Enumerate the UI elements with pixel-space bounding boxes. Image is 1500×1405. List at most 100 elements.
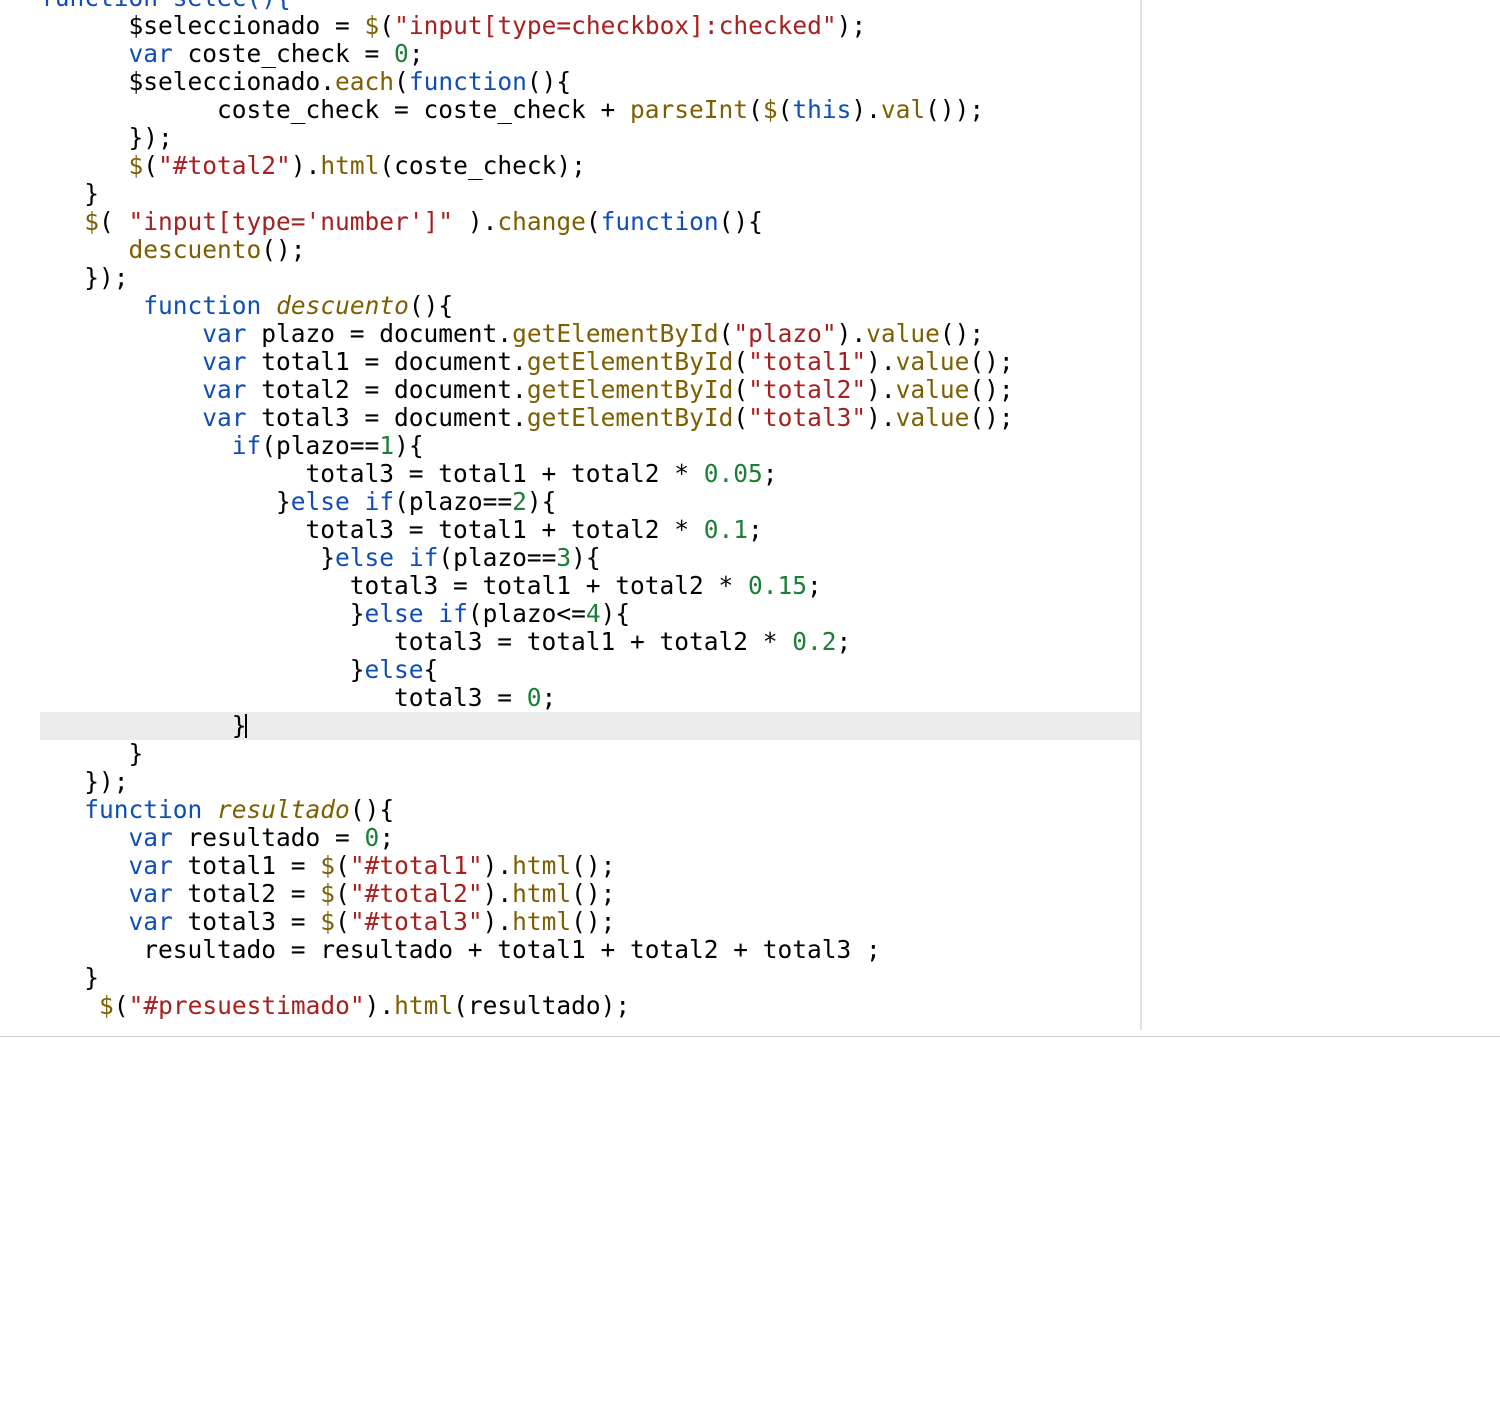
code-token: $ xyxy=(365,11,380,40)
code-token xyxy=(173,403,203,432)
code-token: "#presuestimado" xyxy=(129,991,365,1020)
code-token: (); xyxy=(571,879,615,908)
code-line[interactable]: var coste_check = 0; xyxy=(40,40,1140,68)
code-line[interactable]: } xyxy=(40,180,1140,208)
code-token: 0.1 xyxy=(704,515,748,544)
code-token: "total1" xyxy=(748,347,866,376)
code-token: if xyxy=(365,487,395,516)
code-token: }); xyxy=(129,123,173,152)
code-line[interactable]: coste_check = coste_check + parseInt($(t… xyxy=(40,96,1140,124)
code-token: $ xyxy=(320,851,335,880)
code-line[interactable]: var total3 = document.getElementById("to… xyxy=(40,404,1140,432)
code-token: html xyxy=(394,991,453,1020)
code-token: 0.15 xyxy=(748,571,807,600)
code-token: "#total3" xyxy=(350,907,483,936)
code-token: total2 = xyxy=(173,879,321,908)
code-line[interactable]: }); xyxy=(40,264,1140,292)
code-line[interactable]: }else if(plazo==3){ xyxy=(40,544,1140,572)
code-line[interactable]: }else{ xyxy=(40,656,1140,684)
code-token: ; xyxy=(409,39,424,68)
code-token: value xyxy=(896,347,970,376)
code-line[interactable]: var total2 = $("#total2").html(); xyxy=(40,880,1140,908)
code-token: function xyxy=(84,795,202,824)
code-line[interactable]: total3 = total1 + total2 * 0.15; xyxy=(40,572,1140,600)
code-token: var xyxy=(202,375,246,404)
code-token: 0 xyxy=(365,823,380,852)
code-token: total3 = total1 + total2 * xyxy=(394,627,792,656)
code-line[interactable]: $seleccionado.each(function(){ xyxy=(40,68,1140,96)
code-line[interactable]: var plazo = document.getElementById("pla… xyxy=(40,320,1140,348)
code-line[interactable]: var total1 = document.getElementById("to… xyxy=(40,348,1140,376)
code-line[interactable]: } xyxy=(40,712,1140,740)
code-token: ){ xyxy=(394,431,424,460)
code-token: (){ xyxy=(409,291,453,320)
code-token: value xyxy=(896,375,970,404)
code-token: ( xyxy=(586,207,601,236)
code-token: ; xyxy=(379,823,394,852)
code-token xyxy=(129,291,144,320)
code-area[interactable]: function selec(){ $seleccionado = $("inp… xyxy=(40,0,1140,1030)
code-token: (){ xyxy=(719,207,763,236)
code-line[interactable]: var total2 = document.getElementById("to… xyxy=(40,376,1140,404)
code-token: ; xyxy=(763,459,778,488)
code-token: 4 xyxy=(586,599,601,628)
code-line[interactable]: total3 = total1 + total2 * 0.2; xyxy=(40,628,1140,656)
code-token: html xyxy=(512,851,571,880)
code-line[interactable]: $( "input[type='number']" ).change(funct… xyxy=(40,208,1140,236)
code-line[interactable]: } xyxy=(40,964,1140,992)
code-line[interactable]: total3 = total1 + total2 * 0.05; xyxy=(40,460,1140,488)
code-line[interactable]: function descuento(){ xyxy=(40,292,1140,320)
code-editor[interactable]: function selec(){ $seleccionado = $("inp… xyxy=(0,0,1500,1030)
code-token xyxy=(394,543,409,572)
code-token xyxy=(217,431,232,460)
code-token: total1 = document. xyxy=(247,347,527,376)
code-token: ). xyxy=(291,151,321,180)
code-token: (); xyxy=(969,375,1013,404)
code-line[interactable]: var total1 = $("#total1").html(); xyxy=(40,852,1140,880)
code-token: $ xyxy=(320,879,335,908)
code-line[interactable]: }); xyxy=(40,124,1140,152)
code-token: } xyxy=(84,963,99,992)
text-caret xyxy=(245,714,247,738)
code-token: $seleccionado. xyxy=(129,67,336,96)
code-token: total1 = xyxy=(173,851,321,880)
code-token: "#total2" xyxy=(158,151,291,180)
code-token: (){ xyxy=(527,67,571,96)
code-line[interactable]: if(plazo==1){ xyxy=(40,432,1140,460)
code-token: (); xyxy=(969,403,1013,432)
code-token: var xyxy=(129,907,173,936)
code-token: ( xyxy=(335,851,350,880)
code-token: ; xyxy=(748,515,763,544)
code-line[interactable]: }else if(plazo==2){ xyxy=(40,488,1140,516)
code-token: 0 xyxy=(394,39,409,68)
code-line[interactable]: descuento(); xyxy=(40,236,1140,264)
code-line[interactable]: $("#presuestimado").html(resultado); xyxy=(40,992,1140,1020)
code-token: ). xyxy=(365,991,395,1020)
code-token: html xyxy=(320,151,379,180)
code-line[interactable]: var total3 = $("#total3").html(); xyxy=(40,908,1140,936)
code-line[interactable]: } xyxy=(40,740,1140,768)
code-token: else xyxy=(365,655,424,684)
code-token xyxy=(350,487,365,516)
code-line[interactable]: }); xyxy=(40,768,1140,796)
code-token: coste_check = coste_check + xyxy=(173,95,630,124)
code-token: resultado = resultado + total1 + total2 … xyxy=(129,935,881,964)
code-line[interactable]: var resultado = 0; xyxy=(40,824,1140,852)
code-line[interactable]: }else if(plazo<=4){ xyxy=(40,600,1140,628)
code-line[interactable]: total3 = 0; xyxy=(40,684,1140,712)
code-line[interactable]: function resultado(){ xyxy=(40,796,1140,824)
bottom-divider xyxy=(0,1036,1500,1037)
code-token: "#total1" xyxy=(350,851,483,880)
code-token: ; xyxy=(807,571,822,600)
code-line[interactable]: total3 = total1 + total2 * 0.1; xyxy=(40,516,1140,544)
code-token: val xyxy=(881,95,925,124)
code-line[interactable]: resultado = resultado + total1 + total2 … xyxy=(40,936,1140,964)
code-line[interactable]: $("#total2").html(coste_check); xyxy=(40,152,1140,180)
code-token: (); xyxy=(571,907,615,936)
code-token: ( xyxy=(114,991,129,1020)
code-token: getElementById xyxy=(512,319,719,348)
code-token: getElementById xyxy=(527,347,734,376)
code-token: ( xyxy=(733,375,748,404)
code-token: ( xyxy=(99,207,129,236)
code-line[interactable]: $seleccionado = $("input[type=checkbox]:… xyxy=(40,12,1140,40)
